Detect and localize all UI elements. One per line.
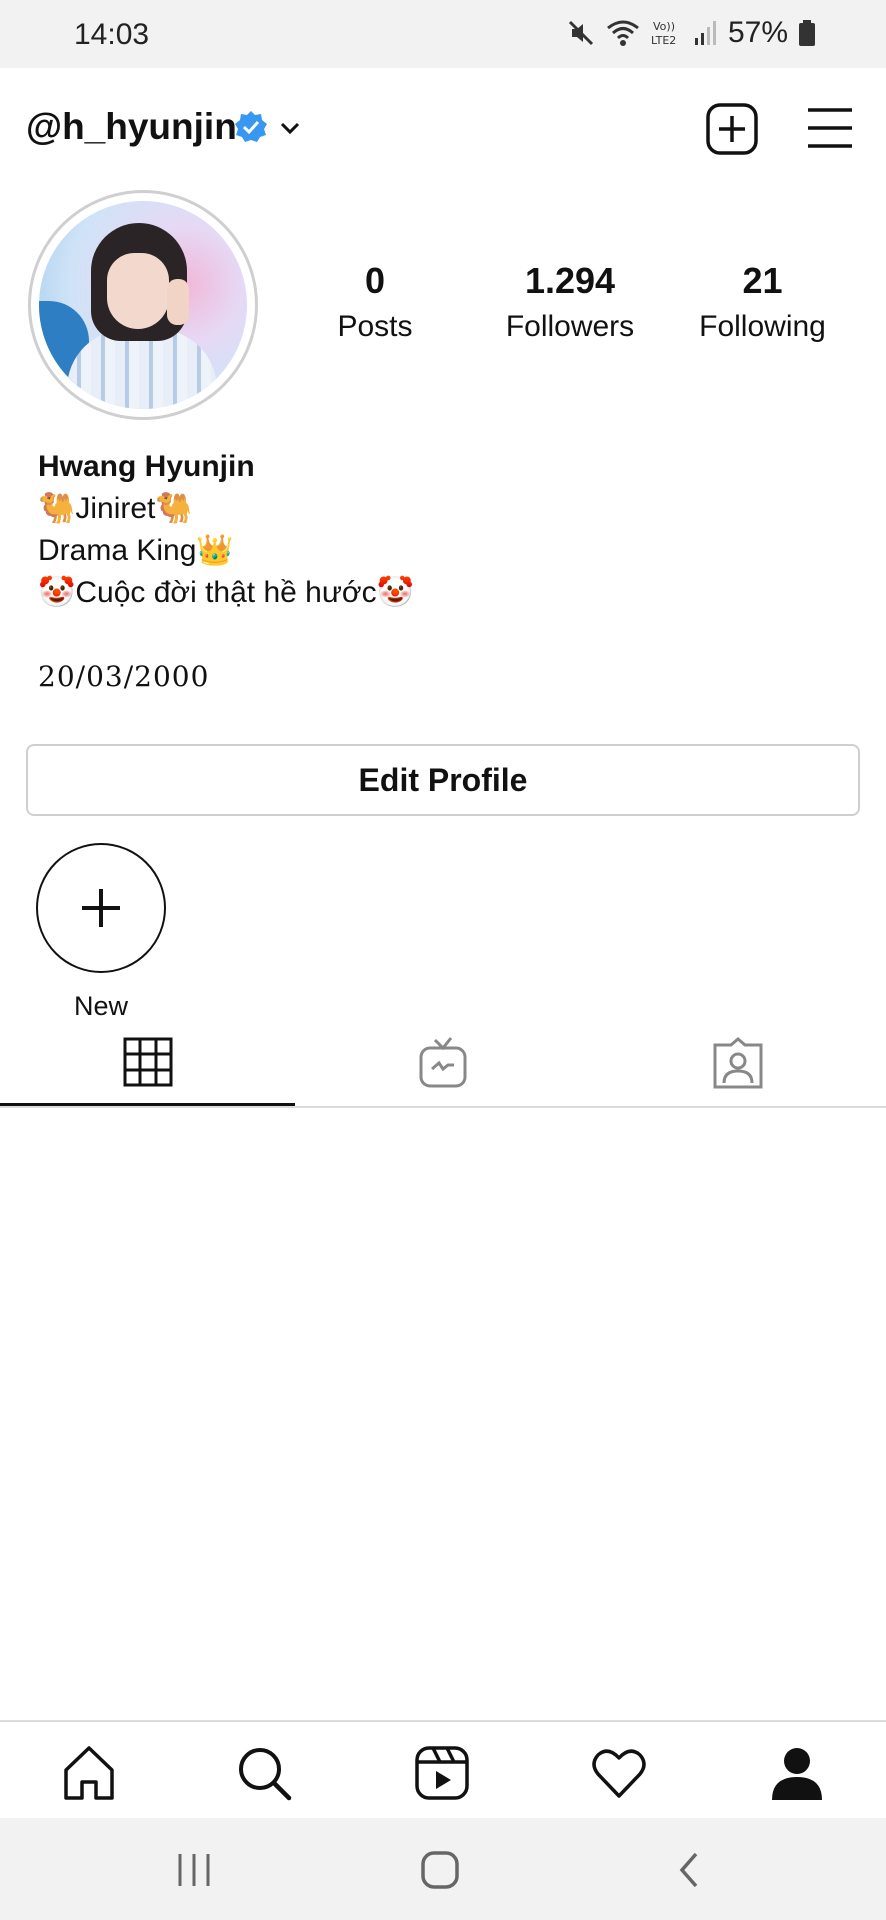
bottom-navigation: [0, 1720, 886, 1818]
volte-icon: Vo)) LTE2: [651, 20, 676, 47]
posts-count[interactable]: 0 Posts: [330, 260, 420, 344]
heart-icon[interactable]: [590, 1744, 648, 1802]
battery-icon: [799, 20, 815, 46]
followers-count[interactable]: 1.294 Followers: [490, 260, 650, 344]
new-highlight-circle: [36, 843, 166, 973]
home-button-icon[interactable]: [418, 1848, 462, 1892]
followers-label: Followers: [505, 310, 635, 343]
search-icon[interactable]: [235, 1744, 293, 1802]
profile-header: @h_hyunjin: [0, 68, 886, 188]
following-label: Following: [699, 310, 826, 343]
profile-tabs: [0, 1020, 886, 1108]
posts-value: 0: [364, 260, 386, 301]
chevron-down-icon[interactable]: [278, 116, 302, 140]
tagged-icon: [713, 1037, 762, 1089]
svg-text:Vo)): Vo)): [653, 20, 675, 33]
recent-apps-icon[interactable]: [172, 1848, 216, 1892]
posts-label: Posts: [337, 310, 413, 343]
new-highlight-button[interactable]: New: [36, 843, 166, 1022]
bio-date: 20/03/2000: [38, 660, 210, 693]
igtv-icon: [419, 1037, 466, 1088]
display-name: Hwang Hyunjin: [38, 450, 255, 483]
tab-igtv[interactable]: [295, 1020, 590, 1106]
following-value: 21: [742, 260, 783, 301]
edit-profile-button[interactable]: Edit Profile: [26, 744, 860, 816]
profile-avatar[interactable]: [28, 190, 258, 420]
signal-icon: [694, 21, 716, 45]
status-time: 14:03: [74, 18, 150, 51]
grid-icon: [123, 1037, 172, 1086]
bio-line: 🐫Jiniret🐫: [38, 492, 193, 525]
status-icons: Vo)) LTE2 57%: [566, 16, 816, 50]
bio-line: 🤡Cuộc đời thật hề hước🤡: [38, 576, 414, 609]
plus-icon: [82, 889, 120, 927]
mute-icon: [568, 20, 594, 46]
profile-icon[interactable]: [768, 1744, 826, 1802]
account-username[interactable]: @h_hyunjin: [26, 106, 237, 148]
status-bar: 14:03 Vo)) LTE2 57%: [0, 0, 886, 68]
verified-badge-icon: [235, 111, 267, 142]
system-navigation-bar: [0, 1818, 886, 1920]
reels-icon[interactable]: [413, 1744, 471, 1802]
tab-tagged[interactable]: [590, 1020, 885, 1106]
home-icon[interactable]: [60, 1744, 118, 1802]
followers-value: 1.294: [524, 260, 616, 301]
following-count[interactable]: 21 Following: [690, 260, 835, 344]
wifi-icon: [607, 20, 639, 46]
new-post-icon[interactable]: [705, 102, 759, 156]
profile-bio: Hwang Hyunjin 🐫Jiniret🐫 Drama King👑 🤡Cuộ…: [38, 446, 838, 614]
tab-posts-grid[interactable]: [0, 1020, 295, 1106]
back-icon[interactable]: [668, 1848, 712, 1892]
avatar-image: [39, 201, 247, 409]
battery-percent: 57%: [727, 16, 788, 49]
menu-icon[interactable]: [806, 106, 854, 150]
bio-line: Drama King👑: [38, 534, 234, 567]
new-highlight-label: New: [73, 991, 128, 1021]
svg-text:LTE2: LTE2: [651, 34, 676, 47]
